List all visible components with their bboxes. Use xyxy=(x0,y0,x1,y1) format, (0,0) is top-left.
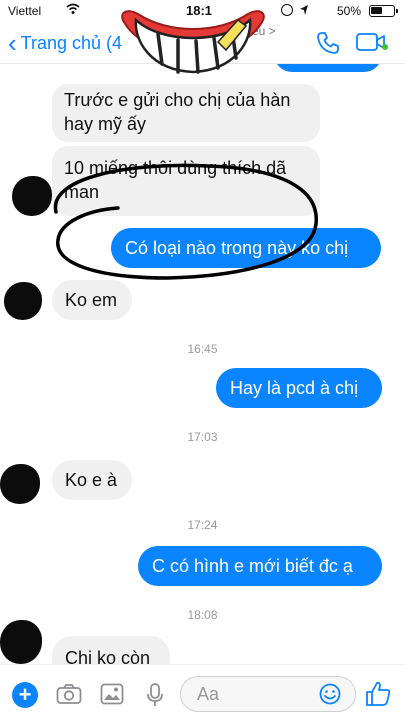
timestamp: 17:24 xyxy=(187,518,218,532)
carrier-name: Viettel xyxy=(8,4,42,18)
contact-avatar[interactable] xyxy=(12,176,52,216)
outgoing-message[interactable]: C có hình e mới biết đc ạ xyxy=(138,546,382,586)
timestamp: 18:08 xyxy=(187,608,218,622)
incoming-message[interactable]: Ko e à xyxy=(52,460,132,500)
emoji-icon[interactable] xyxy=(319,683,341,705)
outgoing-message[interactable]: Hay là pcd à chị xyxy=(216,368,382,408)
back-label: Trang chủ (4 xyxy=(20,32,123,53)
message-text: Hay là pcd à chị xyxy=(230,378,359,398)
alarm-icon xyxy=(281,4,293,16)
plus-icon[interactable]: + xyxy=(12,682,38,708)
timestamp: 16:45 xyxy=(187,342,218,356)
partial-outgoing-bubble xyxy=(274,64,382,72)
outgoing-message[interactable]: Có loại nào trong này ko chị xyxy=(111,228,381,268)
incoming-message[interactable]: Chi ko còn xyxy=(52,636,170,664)
message-text: Ko e à xyxy=(65,470,118,490)
message-text: Ko em xyxy=(65,290,118,310)
message-text: 10 miếng thôi dùng thích dã man xyxy=(64,158,287,202)
message-text: C có hình e mới biết đc ạ xyxy=(152,556,353,576)
phone-icon[interactable] xyxy=(316,31,340,55)
image-icon[interactable] xyxy=(100,683,124,705)
battery-icon xyxy=(369,5,398,17)
contact-avatar[interactable] xyxy=(4,282,42,320)
back-button[interactable]: ‹ Trang chủ (4 xyxy=(8,30,122,56)
message-thread[interactable]: Trước e gửi cho chị của hàn hay mỹ ấy 10… xyxy=(0,64,405,664)
thumbs-up-icon[interactable] xyxy=(364,680,392,708)
microphone-icon[interactable] xyxy=(146,683,164,707)
incoming-message[interactable]: 10 miếng thôi dùng thích dã man xyxy=(52,146,320,216)
contact-avatar[interactable] xyxy=(0,464,40,504)
message-text: Trước e gửi cho chị của hàn hay mỹ ấy xyxy=(64,90,291,134)
video-camera-icon[interactable] xyxy=(356,31,388,53)
message-text: Có loại nào trong này ko chị xyxy=(125,238,349,258)
contact-avatar[interactable] xyxy=(0,620,42,664)
composer-bar: + Aa xyxy=(0,664,405,720)
timestamp: 17:03 xyxy=(187,430,218,444)
battery-percentage: 50% xyxy=(336,4,361,18)
message-text: Chi ko còn xyxy=(65,648,151,664)
incoming-message[interactable]: Trước e gửi cho chị của hàn hay mỹ ấy xyxy=(52,84,320,142)
camera-icon[interactable] xyxy=(56,683,82,705)
back-chevron-icon: ‹ xyxy=(8,28,17,58)
teeth-sticker-icon xyxy=(121,10,265,74)
incoming-message[interactable]: Ko em xyxy=(52,280,132,320)
wifi-icon xyxy=(66,3,80,14)
location-arrow-icon xyxy=(300,5,308,15)
